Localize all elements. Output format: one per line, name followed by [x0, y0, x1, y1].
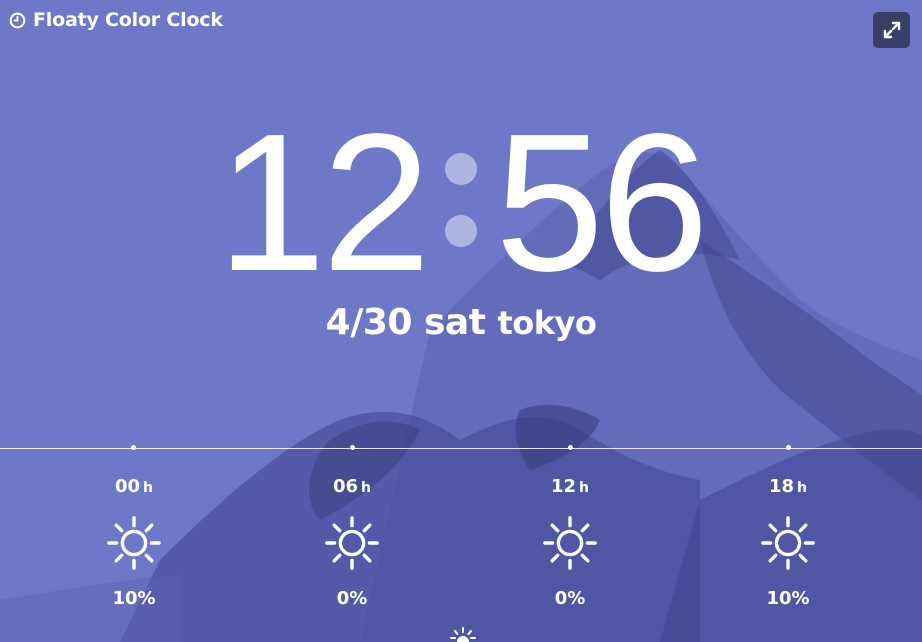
- clock-hours: 12: [216, 93, 431, 312]
- timeline-tick: [131, 445, 136, 450]
- expand-icon: [883, 21, 900, 39]
- forecast-item: 00 h 10%: [74, 476, 194, 609]
- forecast-hour: 12 h: [550, 476, 590, 497]
- forecast-item: 06 h 0%: [292, 476, 412, 609]
- clock-minutes: 56: [495, 93, 709, 312]
- forecast-hour: 06 h: [332, 476, 372, 497]
- forecast-hour: 00 h: [114, 476, 154, 497]
- timeline-tick: [350, 445, 355, 450]
- fullscreen-button[interactable]: [873, 12, 910, 48]
- date-text: 4/30 sat: [325, 302, 486, 343]
- sun-icon: [543, 516, 597, 570]
- clock-separator: [441, 153, 481, 253]
- forecast-item: 12 h 0%: [510, 476, 630, 609]
- app-title-text: Floaty Color Clock: [33, 9, 223, 31]
- forecast-hour: 18 h: [768, 476, 808, 497]
- sun-icon: [761, 516, 815, 570]
- sun-icon: [325, 516, 379, 570]
- timeline-tick: [568, 445, 573, 450]
- date-line: 4/30 sat tokyo: [0, 302, 922, 343]
- forecast-precip: 10%: [112, 588, 156, 609]
- forecast-precip: 0%: [554, 588, 586, 609]
- clock-icon: [9, 12, 26, 28]
- sun-rise-icon: [450, 627, 476, 642]
- forecast-item: 18 h 10%: [728, 476, 848, 609]
- forecast-precip: 0%: [336, 588, 368, 609]
- timeline-tick: [786, 445, 791, 450]
- forecast-timeline: [0, 448, 922, 449]
- sun-icon: [107, 516, 161, 570]
- app-title: Floaty Color Clock: [9, 9, 223, 31]
- city-name: tokyo: [497, 304, 597, 342]
- forecast-precip: 10%: [766, 588, 810, 609]
- clock-display: 12 56: [0, 105, 922, 301]
